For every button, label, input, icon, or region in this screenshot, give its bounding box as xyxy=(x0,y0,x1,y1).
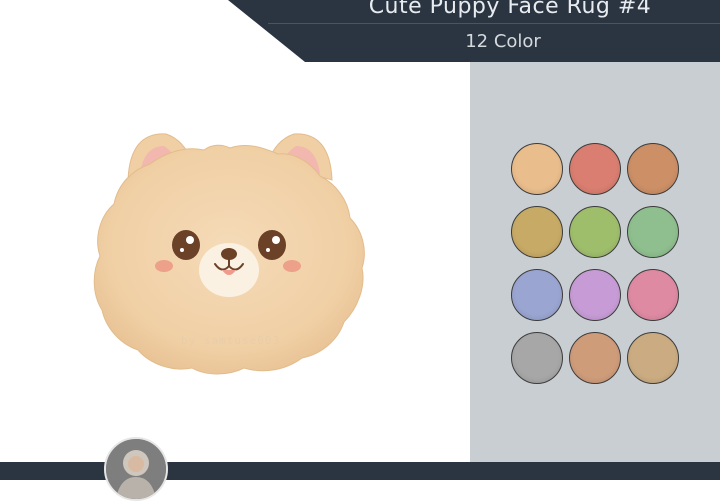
color-swatch-6[interactable] xyxy=(627,206,679,258)
page-title: Cute Puppy Face Rug #4 xyxy=(368,0,652,19)
left-eye-icon xyxy=(172,230,200,260)
color-swatch-3[interactable] xyxy=(627,143,679,195)
color-swatch-1[interactable] xyxy=(511,143,563,195)
creator-avatar[interactable] xyxy=(104,437,168,501)
swatch-grid xyxy=(511,143,679,384)
right-blush-icon xyxy=(283,260,301,272)
watermark-signature: by samtuse003 xyxy=(181,334,281,347)
color-swatch-11[interactable] xyxy=(569,332,621,384)
color-swatch-5[interactable] xyxy=(569,206,621,258)
color-swatch-12[interactable] xyxy=(627,332,679,384)
left-blush-icon xyxy=(155,260,173,272)
color-swatch-8[interactable] xyxy=(569,269,621,321)
header-divider xyxy=(268,23,720,24)
color-swatch-10[interactable] xyxy=(511,332,563,384)
avatar-image xyxy=(106,439,166,499)
nose-icon xyxy=(221,248,237,260)
color-swatch-7[interactable] xyxy=(511,269,563,321)
color-swatch-panel xyxy=(470,62,720,462)
color-swatch-2[interactable] xyxy=(569,143,621,195)
color-count-label: 12 Color xyxy=(465,31,541,52)
right-eye-icon xyxy=(258,230,286,260)
color-swatch-4[interactable] xyxy=(511,206,563,258)
color-swatch-9[interactable] xyxy=(627,269,679,321)
